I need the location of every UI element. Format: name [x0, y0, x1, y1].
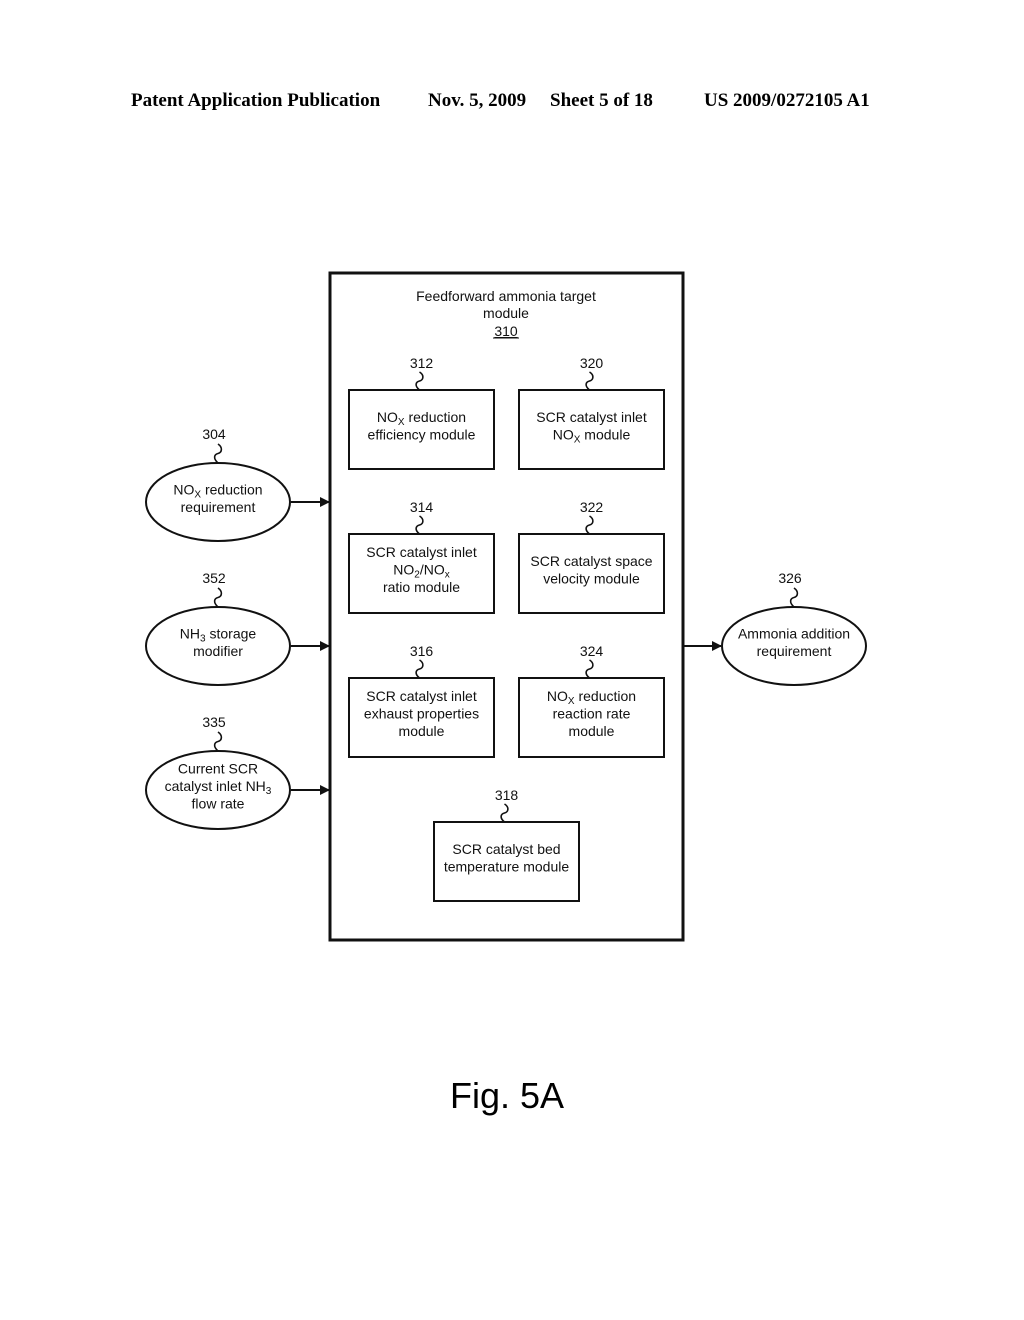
ref-number-335: 335: [202, 714, 226, 730]
module-text-316-line: SCR catalyst inlet: [366, 688, 477, 704]
leader-line-335: [213, 731, 223, 752]
module-text-316-line: module: [399, 723, 445, 739]
module-title-line2: module: [483, 305, 529, 321]
module-text-314-line: SCR catalyst inlet: [366, 544, 477, 560]
ref-number-326: 326: [778, 570, 802, 586]
input-text-335-line: flow rate: [192, 796, 245, 812]
input-text-352-line: modifier: [193, 643, 243, 659]
output-326: 326 Ammonia addition requirement: [721, 570, 867, 686]
ref-number-316: 316: [410, 643, 434, 659]
module-title-line1: Feedforward ammonia target: [416, 288, 596, 304]
leader-line-352: [213, 587, 223, 608]
input-304: 304NOX reductionrequirement: [145, 426, 291, 542]
ref-number-318: 318: [495, 787, 519, 803]
input-text-304-line: requirement: [181, 499, 256, 515]
module-text-324-line: module: [569, 723, 615, 739]
ref-number-320: 320: [580, 355, 604, 371]
output-text-326-line: Ammonia addition: [738, 625, 850, 641]
ref-number-352: 352: [202, 570, 226, 586]
module-text-324-line: reaction rate: [553, 706, 631, 722]
leader-line-304: [213, 443, 223, 464]
ref-number-304: 304: [202, 426, 226, 442]
module-text-316-line: exhaust properties: [364, 706, 479, 722]
module-ref-310: 310: [494, 323, 518, 339]
ref-number-324: 324: [580, 643, 604, 659]
module-text-318-line: temperature module: [444, 858, 570, 874]
module-text-312-line: efficiency module: [368, 426, 476, 442]
ref-number-312: 312: [410, 355, 434, 371]
ref-number-314: 314: [410, 499, 434, 515]
input-text-335-line: Current SCR: [178, 761, 258, 777]
ref-number-322: 322: [580, 499, 604, 515]
input-335: 335Current SCRcatalyst inlet NH3flow rat…: [145, 714, 291, 830]
module-text-322-line: SCR catalyst space: [530, 553, 652, 569]
leader-line-326: [789, 587, 799, 608]
module-text-320-line: SCR catalyst inlet: [536, 409, 647, 425]
figure-label: Fig. 5A: [450, 1075, 564, 1116]
output-text-326-line: requirement: [757, 643, 832, 659]
module-text-314-line: ratio module: [383, 579, 460, 595]
module-text-322-line: velocity module: [543, 570, 640, 586]
input-352: 352NH3 storagemodifier: [145, 570, 291, 686]
diagram: Feedforward ammonia target module 310 31…: [145, 271, 867, 1116]
module-text-318-line: SCR catalyst bed: [452, 841, 560, 857]
